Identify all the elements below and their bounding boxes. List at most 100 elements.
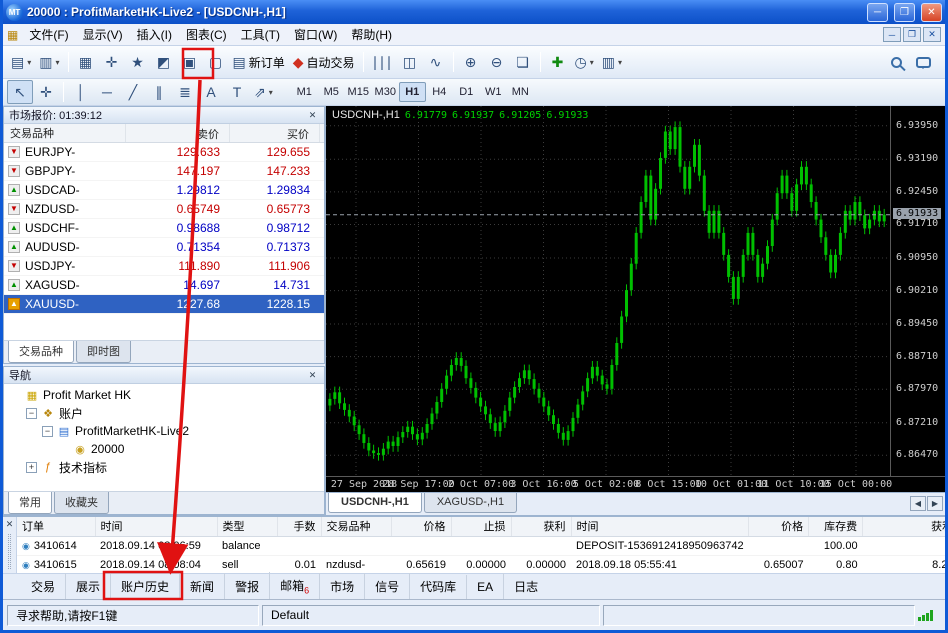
market-watch-row[interactable]: ▼GBPJPY-147.197147.233 bbox=[4, 162, 324, 181]
close-icon[interactable]: ✕ bbox=[306, 369, 319, 382]
column-ask[interactable]: 买价 bbox=[230, 124, 320, 142]
terminal-tab-news[interactable]: 新闻 bbox=[179, 573, 224, 600]
tree-item-accounts[interactable]: −❖账户 bbox=[4, 404, 324, 422]
order-row[interactable]: ◉34106142018.09.14 08:06:59balanceDEPOSI… bbox=[17, 536, 945, 555]
column-header[interactable]: 类型 bbox=[217, 517, 277, 536]
candlestick-chart[interactable] bbox=[326, 106, 890, 476]
timeframe-m5[interactable]: M5 bbox=[318, 82, 345, 102]
tree-item-indicators[interactable]: +ƒ技术指标 bbox=[4, 458, 324, 476]
column-header[interactable]: 获利 bbox=[863, 517, 945, 536]
market-watch-tab-tick-chart[interactable]: 即时图 bbox=[76, 341, 131, 363]
column-bid[interactable]: 卖价 bbox=[126, 124, 230, 142]
column-header[interactable]: 库存费 bbox=[809, 517, 863, 536]
zoom-out-button[interactable]: ⊖ bbox=[484, 50, 510, 74]
fibonacci-button[interactable]: ≣ bbox=[172, 80, 198, 104]
column-header[interactable]: 获利 bbox=[511, 517, 571, 536]
terminal-tab-trade[interactable]: 交易 bbox=[21, 573, 65, 600]
restore-button[interactable]: ❐ bbox=[894, 3, 915, 22]
mdi-close-button[interactable]: ✕ bbox=[923, 27, 941, 42]
terminal-tab-experts[interactable]: EA bbox=[466, 575, 503, 599]
zoom-in-button[interactable]: ⊕ bbox=[458, 50, 484, 74]
crosshair-button[interactable]: ✛ bbox=[33, 80, 59, 104]
column-header[interactable]: 时间 bbox=[571, 517, 749, 536]
new-order-button[interactable]: ▤新订单 bbox=[229, 50, 289, 74]
timeframe-h1[interactable]: H1 bbox=[399, 82, 426, 102]
tab-scroll-left-icon[interactable]: ◀ bbox=[910, 496, 926, 511]
market-watch-row[interactable]: ▲USDCHF-0.986880.98712 bbox=[4, 219, 324, 238]
column-header[interactable]: 订单 bbox=[17, 517, 95, 536]
line-chart-button[interactable]: ∿ bbox=[423, 50, 449, 74]
chat-icon[interactable] bbox=[916, 57, 931, 68]
horizontal-line-button[interactable]: ─ bbox=[94, 80, 120, 104]
chart-tab-usdcnh-h1[interactable]: USDCNH-,H1 bbox=[328, 493, 422, 513]
timeframe-d1[interactable]: D1 bbox=[453, 82, 480, 102]
menu-help[interactable]: 帮助(H) bbox=[344, 24, 399, 45]
market-watch-tab-symbols[interactable]: 交易品种 bbox=[8, 341, 74, 363]
column-header[interactable]: 价格 bbox=[749, 517, 809, 536]
timeframe-m1[interactable]: M1 bbox=[291, 82, 318, 102]
market-watch-row[interactable]: ▼EURJPY-129.633129.655 bbox=[4, 143, 324, 162]
data-window-button[interactable]: ✛ bbox=[99, 50, 125, 74]
periods-button[interactable]: ◷▾ bbox=[571, 50, 598, 74]
timeframe-mn[interactable]: MN bbox=[507, 82, 534, 102]
menu-window[interactable]: 窗口(W) bbox=[287, 24, 344, 45]
column-header[interactable]: 手数 bbox=[277, 517, 321, 536]
panel-grip[interactable] bbox=[8, 534, 11, 569]
terminal-tab-code-base[interactable]: 代码库 bbox=[409, 573, 466, 600]
mdi-restore-button[interactable]: ❐ bbox=[903, 27, 921, 42]
profiles-button[interactable]: ▥▾ bbox=[35, 50, 63, 74]
terminal-tab-journal[interactable]: 日志 bbox=[503, 573, 548, 600]
close-button[interactable]: ✕ bbox=[921, 3, 942, 22]
market-watch-row[interactable]: ▲XAUUSD-1227.681228.15 bbox=[4, 295, 324, 314]
collapse-icon[interactable]: − bbox=[42, 426, 53, 437]
column-header[interactable]: 时间 bbox=[95, 517, 217, 536]
expand-icon[interactable]: + bbox=[26, 462, 37, 473]
menu-insert[interactable]: 插入(I) bbox=[130, 24, 179, 45]
status-profile[interactable]: Default bbox=[262, 605, 600, 626]
timeframe-m15[interactable]: M15 bbox=[345, 82, 372, 102]
menu-charts[interactable]: 图表(C) bbox=[179, 24, 234, 45]
text-button[interactable]: A bbox=[198, 80, 224, 104]
chart-plot[interactable]: USDCNH-,H16.917796.919376.912056.91933 bbox=[326, 106, 890, 476]
market-watch-button[interactable]: ▦ bbox=[73, 50, 99, 74]
navigator-tab-common[interactable]: 常用 bbox=[8, 492, 52, 514]
search-icon[interactable] bbox=[891, 57, 902, 68]
market-watch-row[interactable]: ▼USDJPY-111.890111.906 bbox=[4, 257, 324, 276]
terminal-tab-market[interactable]: 市场 bbox=[319, 573, 364, 600]
minimize-button[interactable]: ─ bbox=[867, 3, 888, 22]
market-watch-row[interactable]: ▲USDCAD-1.298121.29834 bbox=[4, 181, 324, 200]
close-icon[interactable]: ✕ bbox=[306, 109, 319, 122]
tile-windows-button[interactable]: ❏ bbox=[510, 50, 536, 74]
chart-tab-xagusd-h1[interactable]: XAGUSD-,H1 bbox=[424, 493, 517, 513]
cursor-button[interactable]: ↖ bbox=[7, 80, 33, 104]
templates-button[interactable]: ▥▾ bbox=[598, 50, 626, 74]
terminal-tab-alerts[interactable]: 警报 bbox=[224, 573, 269, 600]
terminal-tab-exposure[interactable]: 展示 bbox=[65, 573, 110, 600]
collapse-icon[interactable]: − bbox=[26, 408, 37, 419]
equidistant-channel-button[interactable]: ∥ bbox=[146, 80, 172, 104]
terminal-tab-signals[interactable]: 信号 bbox=[364, 573, 409, 600]
candlestick-chart-button[interactable]: ◫ bbox=[397, 50, 423, 74]
arrows-button[interactable]: ⇗▾ bbox=[250, 80, 277, 104]
trendline-button[interactable]: ╱ bbox=[120, 80, 146, 104]
column-symbol[interactable]: 交易品种 bbox=[4, 124, 126, 142]
timeframe-m30[interactable]: M30 bbox=[372, 82, 399, 102]
market-watch-row[interactable]: ▼NZDUSD-0.657490.65773 bbox=[4, 200, 324, 219]
timeframe-w1[interactable]: W1 bbox=[480, 82, 507, 102]
column-header[interactable]: 价格 bbox=[391, 517, 451, 536]
vertical-line-button[interactable]: │ bbox=[68, 80, 94, 104]
menu-tools[interactable]: 工具(T) bbox=[234, 24, 287, 45]
timeframe-h4[interactable]: H4 bbox=[426, 82, 453, 102]
order-row[interactable]: ◉34106152018.09.14 08:08:04sell0.01nzdus… bbox=[17, 555, 945, 573]
navigator-button[interactable]: ★ bbox=[125, 50, 151, 74]
tree-item-account-20000[interactable]: ◉20000 bbox=[4, 440, 324, 458]
tab-scroll-right-icon[interactable]: ▶ bbox=[927, 496, 943, 511]
time-axis[interactable]: 27 Sep 201828 Sep 17:002 Oct 07:003 Oct … bbox=[326, 476, 945, 492]
close-icon[interactable]: ✕ bbox=[6, 517, 14, 530]
market-watch-row[interactable]: ▲XAGUSD-14.69714.731 bbox=[4, 276, 324, 295]
text-label-button[interactable]: T bbox=[224, 80, 250, 104]
tree-item-broker-root[interactable]: ▦Profit Market HK bbox=[4, 386, 324, 404]
menu-view[interactable]: 显示(V) bbox=[76, 24, 130, 45]
menu-file[interactable]: 文件(F) bbox=[22, 24, 75, 45]
mdi-minimize-button[interactable]: ─ bbox=[883, 27, 901, 42]
